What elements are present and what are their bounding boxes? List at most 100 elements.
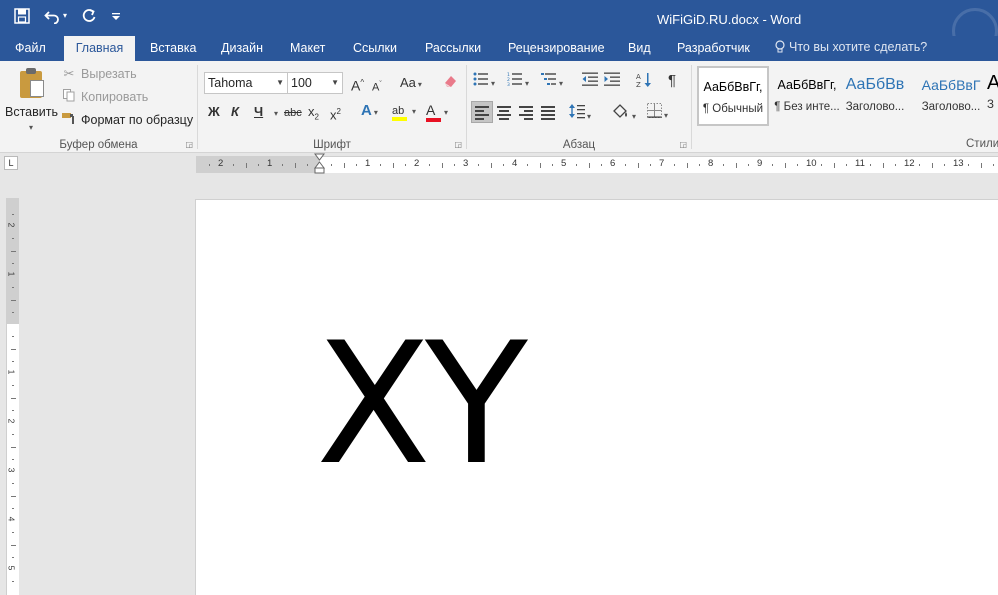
highlight-button[interactable]: ab ▾ (392, 101, 416, 121)
tab-review[interactable]: Рецензирование (496, 36, 617, 61)
justify-button[interactable] (537, 101, 559, 123)
customize-qat-icon[interactable] (111, 10, 121, 22)
redo-icon[interactable] (81, 8, 97, 24)
underline-glyph: Ч (254, 104, 264, 119)
line-spacing-icon (569, 104, 585, 122)
subscript-button[interactable]: x2 (308, 103, 319, 127)
ruler-label: 1 (365, 158, 371, 169)
borders-button[interactable]: ▾ (647, 103, 668, 125)
borders-icon (647, 103, 662, 121)
decrease-indent-button[interactable] (582, 72, 598, 91)
style-heading-1[interactable]: АаБбВв Заголово... (844, 66, 906, 126)
italic-button[interactable]: К (231, 103, 239, 121)
bold-button[interactable]: Ж (208, 103, 220, 121)
numbered-list-icon: 123 (507, 72, 523, 89)
save-icon[interactable] (14, 8, 30, 24)
tab-developer[interactable]: Разработчик (665, 36, 762, 61)
tab-insert[interactable]: Вставка (138, 36, 208, 61)
ruler-tick (980, 162, 982, 168)
ruler-tick (12, 287, 14, 289)
tab-mailings[interactable]: Рассылки (413, 36, 493, 61)
ruler-area: L 2 1 1 2 3 4 5 6 7 8 9 10 11 12 13 (0, 153, 998, 175)
highlight-color-bar (392, 117, 407, 121)
copy-button[interactable]: Копировать (62, 89, 148, 105)
ruler-tick (282, 164, 284, 166)
sort-button[interactable]: AZ (636, 72, 652, 93)
superscript-button[interactable]: x2 (330, 103, 341, 124)
paragraph-launcher-icon[interactable]: ◲ (679, 140, 687, 149)
format-painter-button[interactable]: Формат по образцу (62, 112, 193, 128)
chevron-down-icon: ▼ (276, 78, 284, 87)
style-name: Заголово... (921, 101, 981, 113)
font-name-combo[interactable]: Tahoma ▼ (204, 72, 288, 94)
multilevel-list-button[interactable]: ▾ (541, 72, 563, 93)
paste-dropdown-icon[interactable]: ▾ (29, 123, 33, 132)
document-page[interactable]: XY (195, 199, 998, 595)
tab-file[interactable]: Файл (3, 36, 58, 61)
style-title[interactable]: А З (987, 66, 998, 126)
style-name: ¶ Обычный (702, 103, 764, 115)
change-case-button[interactable]: Aa ▾ (400, 74, 422, 94)
cut-button[interactable]: ✂ Вырезать (62, 66, 137, 82)
style-normal[interactable]: АаБбВвГг, ¶ Обычный (697, 66, 769, 126)
clear-formatting-button[interactable] (442, 73, 458, 94)
underline-button[interactable]: Ч (254, 103, 263, 121)
indent-marker-icon[interactable] (314, 153, 325, 175)
ruler-tick (355, 164, 357, 166)
increase-indent-icon (604, 72, 620, 89)
ruler-label: 3 (6, 467, 17, 473)
clipboard-launcher-icon[interactable]: ◲ (185, 140, 193, 149)
font-launcher-icon[interactable]: ◲ (454, 140, 462, 149)
grow-font-glyph: A (351, 77, 361, 94)
eraser-icon (442, 76, 458, 92)
shading-button[interactable]: ▾ (612, 103, 636, 126)
decrease-indent-icon (582, 72, 598, 89)
align-right-button[interactable] (515, 101, 537, 123)
ruler-tick (12, 385, 14, 387)
ruler-top-margin (7, 198, 19, 324)
tab-design[interactable]: Дизайн (209, 36, 275, 61)
ruler-tick (294, 162, 296, 168)
undo-icon[interactable]: ▾ (44, 6, 67, 26)
tab-home[interactable]: Главная (64, 36, 135, 61)
increase-indent-button[interactable] (604, 72, 620, 91)
style-heading-2[interactable]: АаБбВвГ Заголово... (915, 66, 987, 126)
show-marks-button[interactable]: ¶ (668, 72, 676, 90)
line-spacing-button[interactable]: ▾ (569, 103, 591, 126)
style-sample: АаБбВвГг, (777, 78, 837, 92)
underline-dropdown-icon[interactable]: ▾ (272, 103, 278, 123)
font-size-combo[interactable]: 100 ▼ (287, 72, 343, 94)
ruler-tick (649, 164, 651, 166)
ruler-tick (331, 164, 333, 166)
paste-button[interactable]: Вставить ▾ (5, 67, 58, 133)
tab-view[interactable]: Вид (616, 36, 663, 61)
align-center-button[interactable] (493, 101, 515, 123)
ruler-label: 7 (659, 158, 665, 169)
font-group-label: Шрифт (313, 139, 351, 151)
strikethrough-button[interactable]: abc (284, 104, 302, 122)
scissors-icon: ✂ (63, 66, 75, 81)
vertical-ruler[interactable]: 2 1 1 2 3 4 5 (6, 198, 19, 595)
numbering-button[interactable]: 1 2 3 ▾ (507, 72, 529, 93)
undo-dropdown-icon[interactable]: ▾ (63, 6, 67, 26)
ruler-tick (208, 164, 210, 166)
ribbon-tabs: Файл Главная Вставка Дизайн Макет Ссылки… (0, 36, 998, 61)
text-effects-button[interactable]: A ▾ (361, 102, 378, 122)
grow-font-button[interactable]: A^ (351, 74, 364, 95)
tab-layout[interactable]: Макет (278, 36, 337, 61)
paste-icon (17, 67, 45, 99)
shrink-font-button[interactable]: Aˇ (372, 76, 382, 97)
superscript-mark: 2 (336, 107, 341, 116)
style-no-spacing[interactable]: АаБбВвГг, ¶ Без инте... (771, 66, 843, 126)
tell-me-box[interactable]: Что вы хотите сделать? (775, 40, 927, 56)
tab-references[interactable]: Ссылки (341, 36, 409, 61)
tab-selector-button[interactable]: L (4, 156, 18, 170)
tell-me-placeholder: Что вы хотите сделать? (789, 40, 928, 54)
ruler-tick (527, 164, 529, 166)
align-left-button[interactable] (471, 101, 493, 123)
text-effects-glyph: A (361, 102, 372, 119)
bullets-button[interactable]: ▾ (473, 72, 495, 93)
font-color-button[interactable]: A ▾ (426, 101, 448, 122)
ruler-tick (478, 164, 480, 166)
document-text[interactable]: XY (316, 320, 528, 488)
